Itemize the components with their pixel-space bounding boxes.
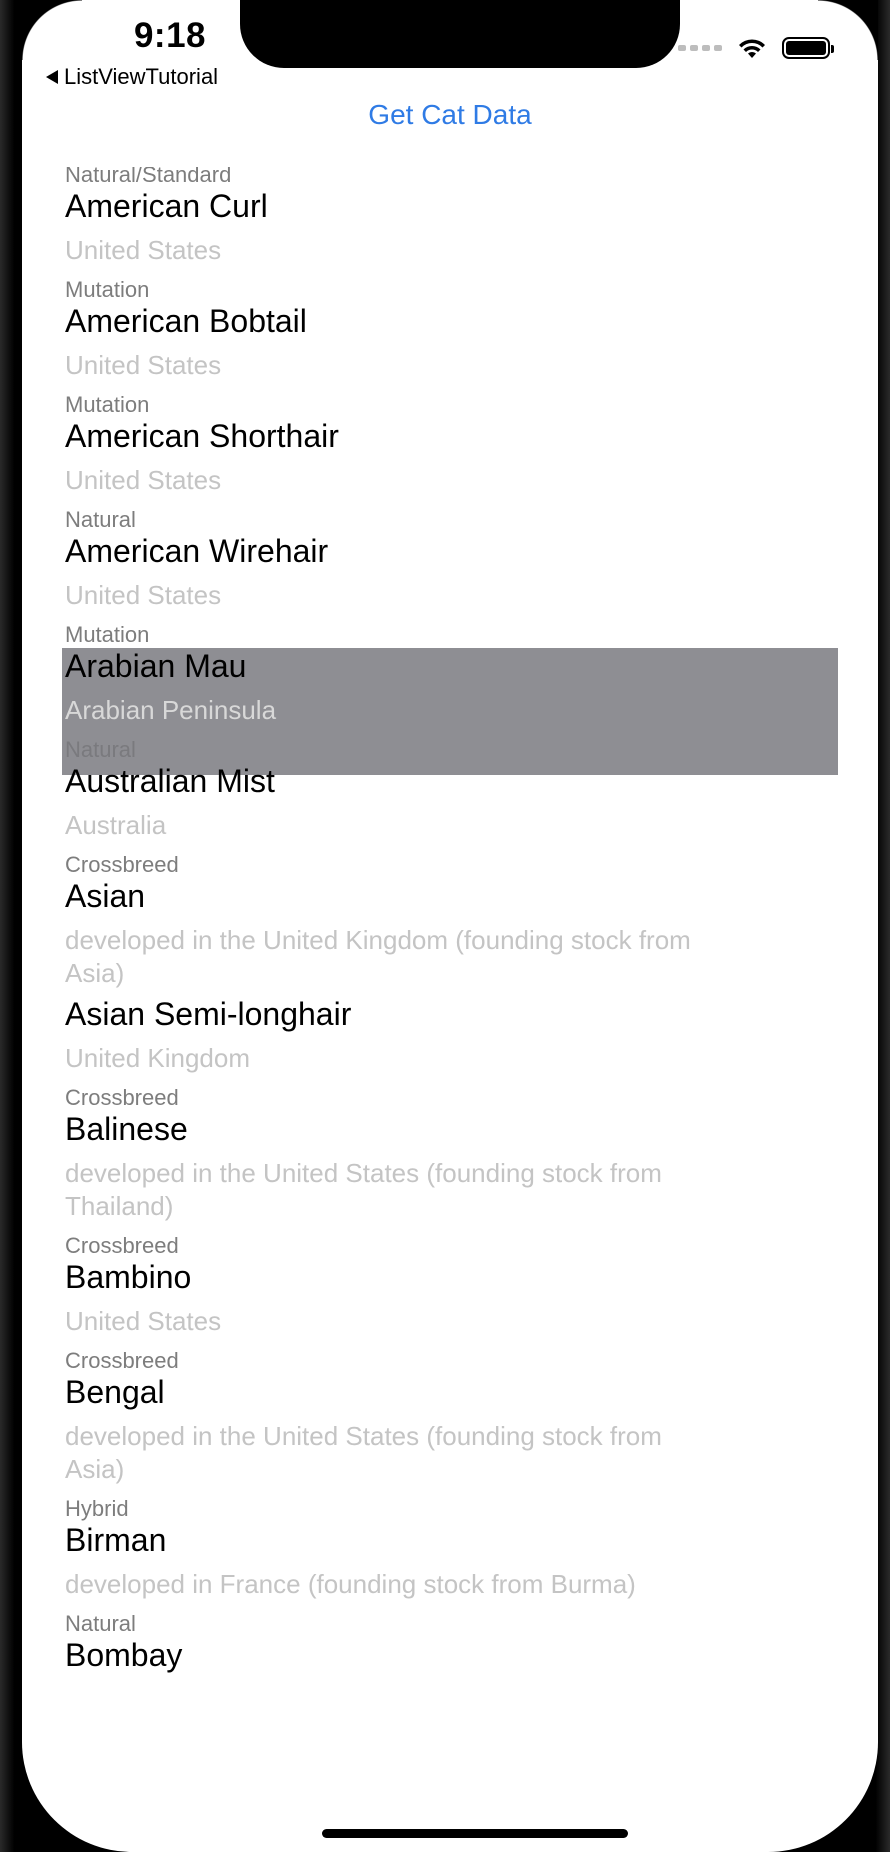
list-item[interactable]: Arabian Mau Arabian Peninsula Natural xyxy=(22,648,878,775)
breed-type: Crossbreed xyxy=(65,1348,179,1373)
breed-name: American Wirehair xyxy=(65,533,329,569)
phone-screen: 9:18 ListViewTutorial Get Cat Data Natur… xyxy=(22,0,878,1852)
list-item[interactable]: American Wirehair United States Mutation xyxy=(22,533,878,650)
breed-type: Mutation xyxy=(65,622,150,647)
breed-name: Birman xyxy=(65,1522,167,1558)
breed-type: Crossbreed xyxy=(65,852,179,877)
breed-name: Bengal xyxy=(65,1374,165,1410)
breed-name: Bombay xyxy=(65,1637,183,1673)
get-cat-data-button[interactable]: Get Cat Data xyxy=(22,99,878,131)
list-item[interactable]: Birman developed in France (founding stoc… xyxy=(22,1522,878,1639)
breed-type: Mutation xyxy=(65,392,150,417)
back-arrow-icon xyxy=(46,70,58,84)
breed-name: Asian xyxy=(65,878,146,914)
breed-origin: Australia xyxy=(65,810,167,840)
breed-name: American Curl xyxy=(65,188,268,224)
list-item[interactable]: Bambino United States Crossbreed xyxy=(22,1259,878,1376)
breed-origin: developed in the United States (founding… xyxy=(65,1158,662,1221)
list-item[interactable]: Australian Mist Australia Crossbreed xyxy=(22,763,878,880)
breed-name: Arabian Mau xyxy=(65,648,247,684)
list-item[interactable]: Bengal developed in the United States (fo… xyxy=(22,1374,878,1524)
breed-type: Natural/Standard xyxy=(65,167,232,187)
breed-origin: developed in France (founding stock from… xyxy=(65,1569,636,1599)
list-item[interactable]: American Shorthair United States Natural xyxy=(22,418,878,535)
breed-name: American Shorthair xyxy=(65,418,339,454)
breed-type: Crossbreed xyxy=(65,1085,179,1110)
breed-origin: United States xyxy=(65,580,222,610)
wifi-icon xyxy=(739,39,765,58)
breed-type: Natural xyxy=(65,1611,136,1636)
status-indicators xyxy=(678,36,834,60)
list-item[interactable]: Asian developed in the United Kingdom (fo… xyxy=(22,878,878,998)
list-item[interactable]: American Bobtail United States Mutation xyxy=(22,303,878,420)
breed-origin: developed in the United States (founding… xyxy=(65,1421,662,1484)
breed-type: Crossbreed xyxy=(65,1233,179,1258)
device-bezel-left xyxy=(0,0,24,1852)
breed-origin: United States xyxy=(65,235,222,265)
list-item[interactable]: American Curl United States Mutation xyxy=(22,188,878,305)
list-top-partial-row: Natural/Standard xyxy=(22,167,878,190)
breed-name: American Bobtail xyxy=(65,303,307,339)
breed-type: Natural xyxy=(65,737,136,762)
signal-dots-icon xyxy=(678,45,722,51)
breed-name: Balinese xyxy=(65,1111,188,1147)
breed-origin: United States xyxy=(65,465,222,495)
breed-origin: Arabian Peninsula xyxy=(65,695,277,725)
back-app-label: ListViewTutorial xyxy=(64,64,219,89)
breed-type: Hybrid xyxy=(65,1496,129,1521)
breed-type: Natural xyxy=(65,507,136,532)
breed-origin: developed in the United Kingdom (foundin… xyxy=(65,925,691,988)
home-indicator[interactable] xyxy=(322,1829,628,1838)
breed-type: Mutation xyxy=(65,277,150,302)
battery-icon xyxy=(782,37,834,59)
breed-origin: United States xyxy=(65,1306,222,1336)
list-item[interactable]: Asian Semi-longhair United Kingdom Crossbr… xyxy=(22,996,878,1113)
back-to-app-button[interactable]: ListViewTutorial xyxy=(46,62,218,92)
cat-breed-list[interactable]: Natural/Standard American Curl United Sta… xyxy=(22,167,878,1787)
breed-name: Bambino xyxy=(65,1259,192,1295)
list-item[interactable]: Bombay xyxy=(22,1637,878,1673)
breed-origin: United States xyxy=(65,350,222,380)
breed-origin: United Kingdom xyxy=(65,1043,250,1073)
status-time: 9:18 xyxy=(133,16,207,55)
list-item[interactable]: Balinese developed in the United States (… xyxy=(22,1111,878,1261)
breed-name: Australian Mist xyxy=(65,763,275,799)
breed-name: Asian Semi-longhair xyxy=(65,996,352,1032)
